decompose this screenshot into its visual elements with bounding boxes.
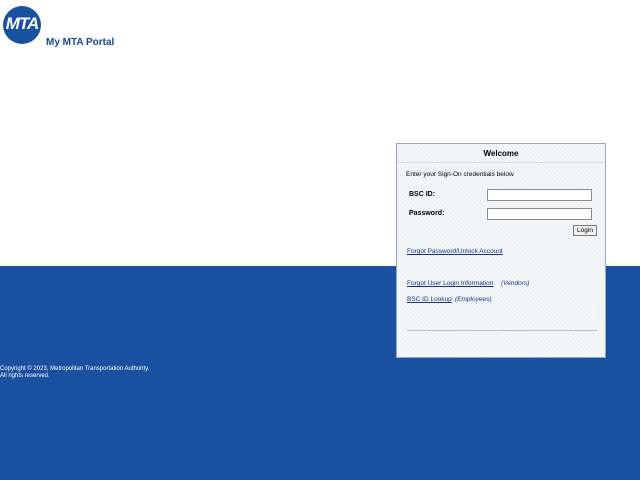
portal-page: MTA My MTA Portal Copyright © 2023, Metr… [0,0,640,480]
mta-logo-text: MTA [5,14,40,33]
login-button[interactable]: Login [573,225,597,236]
copyright-line-1: Copyright © 2023, Metropolitan Transport… [0,366,150,372]
panel-title-divider [398,162,604,163]
mta-logo[interactable]: MTA [3,6,41,44]
copyright-notice: Copyright © 2023, Metropolitan Transport… [0,366,200,380]
forgot-user-login-link[interactable]: Forgot User Login Information [407,280,493,288]
login-panel: Welcome Enter your Sign-On credentials b… [396,143,606,358]
bsc-id-input[interactable] [487,189,592,201]
login-panel-title: Welcome [483,149,519,158]
vendors-note: (Vendors) [501,280,530,287]
panel-bottom-divider [407,330,597,331]
copyright-line-2: All rights reserved. [0,373,50,379]
employees-note: (Employees) [455,296,492,303]
password-input[interactable] [487,208,592,220]
password-label: Password: [409,210,445,217]
bsc-id-label: BSC ID: [409,191,436,198]
portal-title: My MTA Portal [46,37,115,48]
login-instructions: Enter your Sign-On credentials below [406,171,514,178]
forgot-password-link[interactable]: Forgot Password/Unlock Account [407,248,503,256]
bsc-id-lookup-link[interactable]: BSC ID Lookup [407,296,452,304]
